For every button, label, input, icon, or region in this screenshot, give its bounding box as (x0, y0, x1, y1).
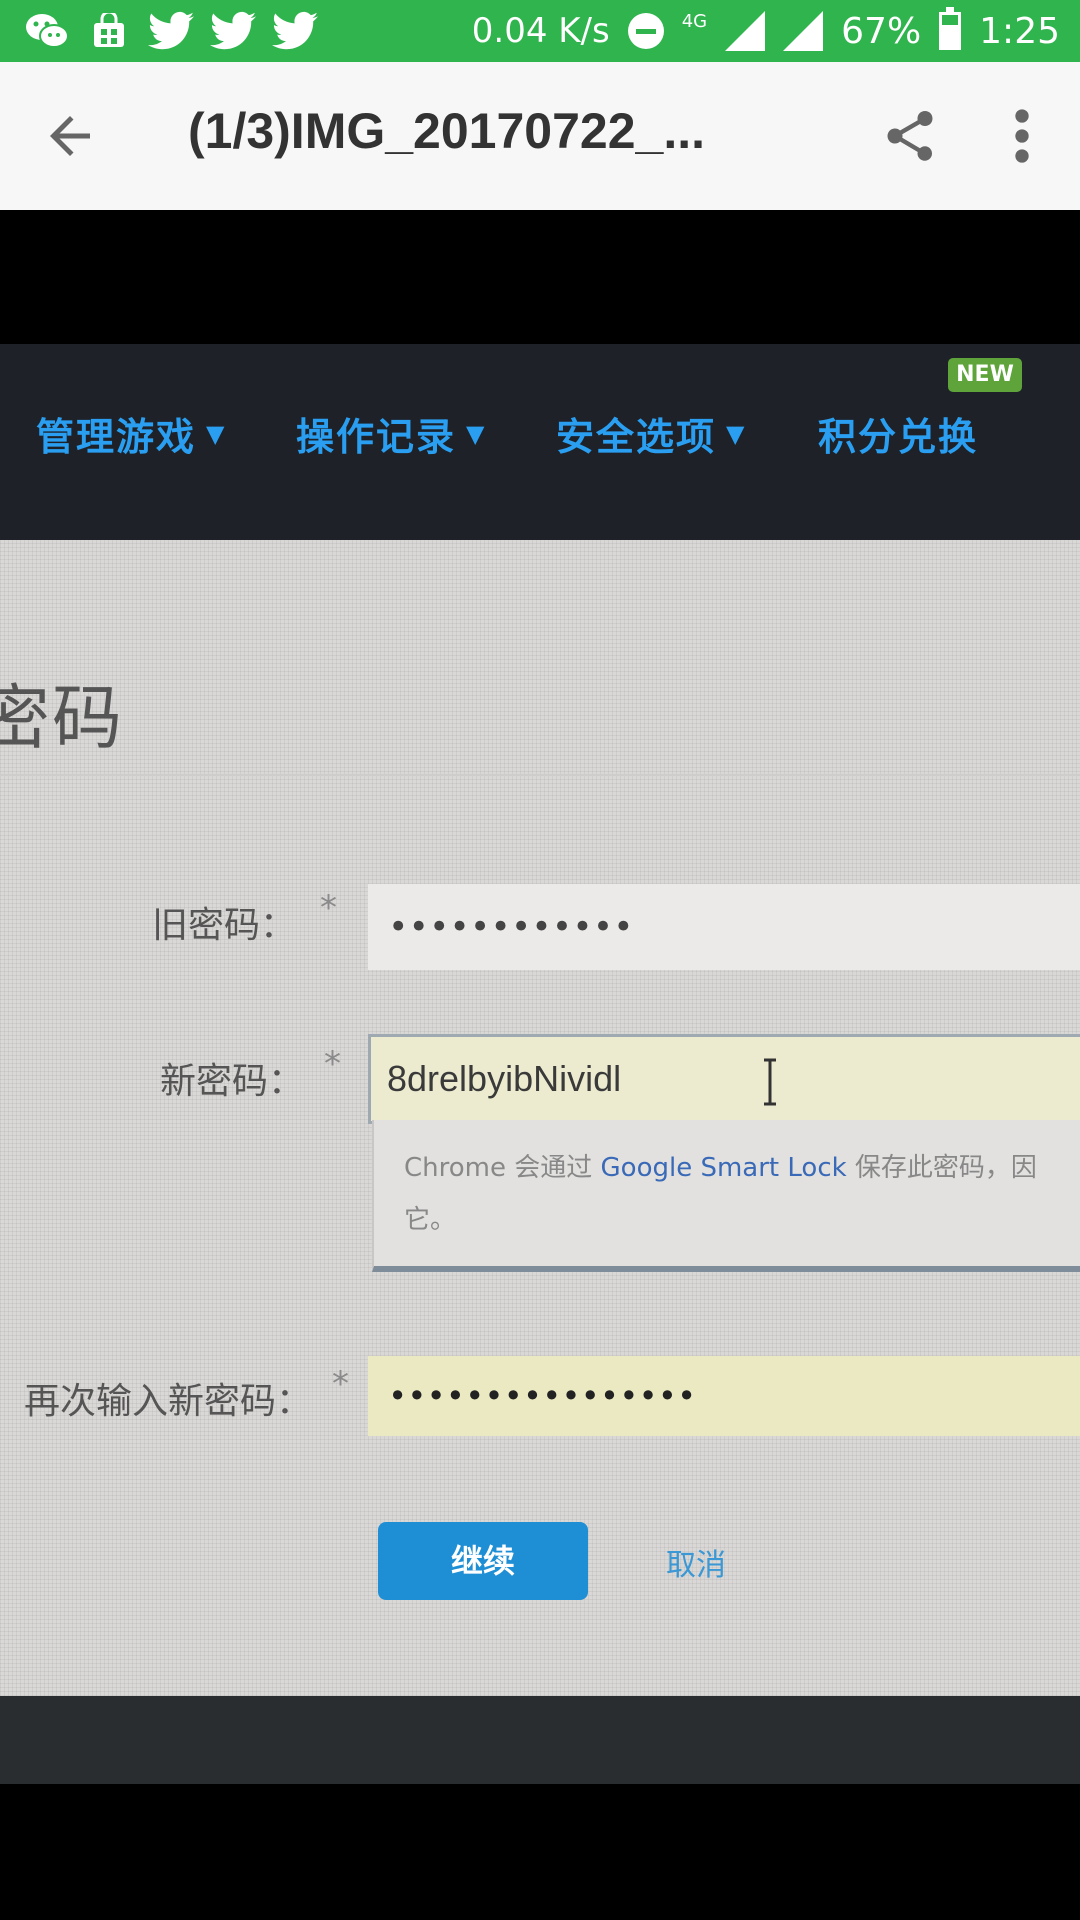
back-arrow-icon[interactable] (40, 106, 100, 166)
smart-lock-popup: Chrome 会通过 Google Smart Lock 保存此密码，因 它。 (372, 1120, 1080, 1272)
app-bar: (1/3)IMG_20170722_... (0, 62, 1080, 210)
notification-icons (24, 8, 318, 54)
nav-item-manage-games: 管理游戏 ▼ (36, 406, 226, 461)
smart-lock-link: Google Smart Lock (600, 1153, 847, 1183)
popup-line-1: Chrome 会通过 Google Smart Lock 保存此密码，因 (404, 1142, 1050, 1194)
required-mark: * (320, 888, 337, 928)
nav-label: 安全选项 (556, 415, 717, 459)
site-nav: 管理游戏 ▼ 操作记录 ▼ 安全选项 ▼ 积分兑换 NEW (0, 344, 1080, 540)
nav-label: 管理游戏 (36, 415, 197, 459)
new-badge: NEW (948, 358, 1022, 392)
nav-item-security-options: 安全选项 ▼ (556, 406, 746, 461)
do-not-disturb-icon (627, 13, 664, 49)
chevron-down-icon: ▼ (466, 419, 487, 448)
battery-icon (939, 7, 962, 50)
screen-photo: 管理游戏 ▼ 操作记录 ▼ 安全选项 ▼ 积分兑换 NEW 密码 旧密码： * … (0, 344, 1080, 1784)
network-type: 4G (681, 10, 708, 32)
required-mark: * (324, 1044, 341, 1084)
old-password-label: 旧密码： (152, 905, 297, 946)
twitter-icon (148, 8, 194, 54)
new-password-label: 新密码： (160, 1061, 305, 1102)
popup-text: 保存此密码，因 (846, 1153, 1037, 1183)
signal-icon (783, 11, 824, 51)
twitter-icon (210, 8, 256, 54)
signal-icon (725, 11, 766, 51)
popup-text: Chrome 会通过 (404, 1153, 601, 1183)
new-password-field: 8drelbyibNividl (368, 1034, 1080, 1124)
share-icon[interactable] (880, 106, 940, 166)
chevron-down-icon: ▼ (206, 419, 227, 448)
divider (0, 774, 1080, 776)
required-mark: * (332, 1364, 349, 1404)
old-password-field: •••••••••••• (368, 884, 1080, 970)
cancel-link: 取消 (666, 1548, 726, 1583)
page-heading: 密码 (0, 677, 124, 759)
more-vert-icon[interactable] (1004, 106, 1040, 166)
battery-percent: 67% (841, 10, 922, 52)
photo-viewer[interactable]: 管理游戏 ▼ 操作记录 ▼ 安全选项 ▼ 积分兑换 NEW 密码 旧密码： * … (0, 210, 1080, 1784)
page-title: (1/3)IMG_20170722_... (188, 103, 705, 159)
text-cursor-icon (764, 1058, 776, 1106)
clock: 1:25 (979, 10, 1060, 52)
confirm-password-label: 再次输入新密码： (24, 1381, 313, 1422)
confirm-password-field: •••••••••••••••• (368, 1356, 1080, 1436)
nav-label: 操作记录 (296, 415, 457, 459)
status-bar: 0.04 K/s 4G 67% 1:25 (0, 0, 1080, 62)
network-speed: 0.04 K/s (471, 11, 610, 51)
system-indicators: 0.04 K/s 4G 67% 1:25 (472, 0, 1060, 62)
nav-item-operation-log: 操作记录 ▼ (296, 406, 486, 461)
monitor-bezel (0, 1696, 1080, 1784)
nav-label: 积分兑换 (818, 415, 979, 459)
chevron-down-icon: ▼ (726, 419, 747, 448)
popup-line-2: 它。 (404, 1205, 457, 1235)
store-icon (86, 8, 132, 54)
nav-item-points-exchange: 积分兑换 (818, 406, 978, 461)
wechat-icon (24, 8, 70, 54)
twitter-icon (272, 8, 318, 54)
continue-button: 继续 (378, 1522, 588, 1600)
